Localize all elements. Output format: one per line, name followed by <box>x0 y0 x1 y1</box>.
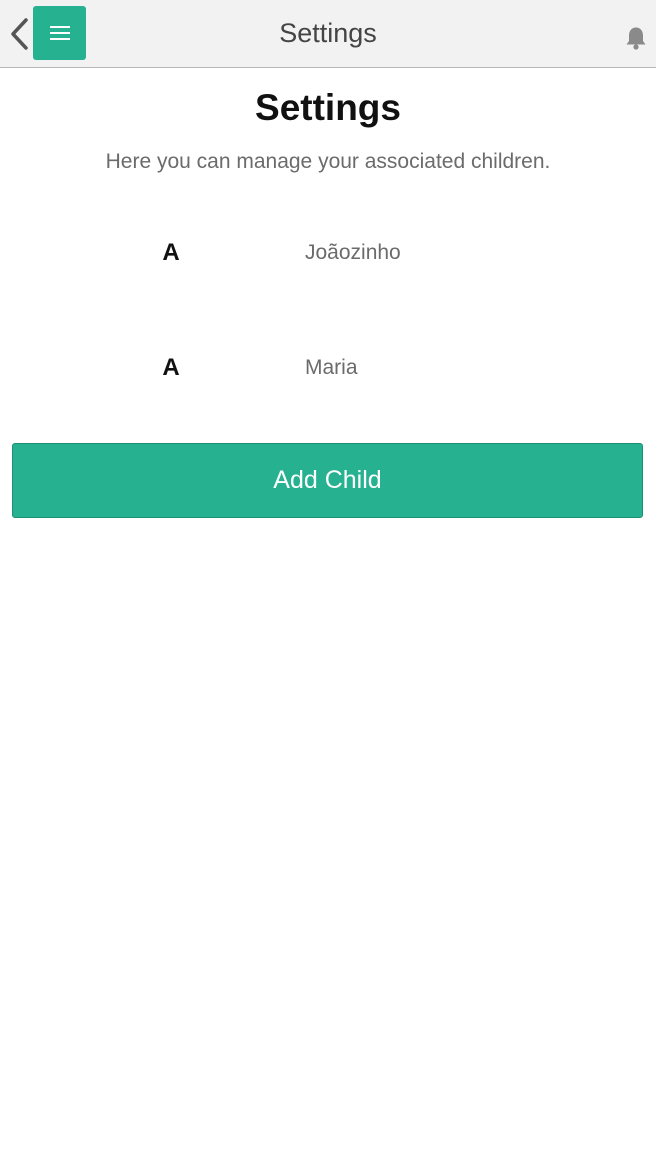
child-name: Maria <box>305 356 358 379</box>
child-avatar: A <box>162 239 180 266</box>
top-navbar: Settings <box>0 0 656 68</box>
page-title: Settings <box>255 87 401 128</box>
child-list-item[interactable]: A Maria <box>0 333 656 403</box>
child-list-item[interactable]: A Joãozinho <box>0 218 656 288</box>
settings-screen: Settings Settings Here you can manage yo… <box>0 0 656 1174</box>
notifications-button[interactable] <box>622 24 650 52</box>
bell-icon <box>626 27 646 50</box>
back-button[interactable] <box>4 12 34 56</box>
add-child-button[interactable]: Add Child <box>12 443 643 518</box>
menu-button[interactable] <box>33 6 86 60</box>
navbar-title: Settings <box>279 18 377 48</box>
child-avatar: A <box>162 354 180 381</box>
child-name: Joãozinho <box>305 241 401 264</box>
page-description: Here you can manage your associated chil… <box>105 150 551 173</box>
hamburger-menu-icon <box>49 26 70 40</box>
chevron-left-icon <box>11 18 28 50</box>
